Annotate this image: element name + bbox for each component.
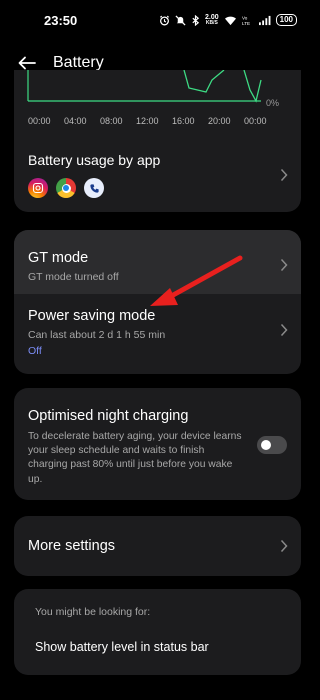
- power-saving-subtitle: Can last about 2 d 1 h 55 min: [28, 329, 166, 341]
- x-tick-label: 16:00: [172, 116, 195, 126]
- instagram-icon: [28, 178, 48, 198]
- x-tick-label: 20:00: [208, 116, 231, 126]
- x-tick-label: 00:00: [28, 116, 51, 126]
- toggle-knob: [261, 440, 271, 450]
- chart-line-a: [183, 70, 225, 93]
- gt-mode-row[interactable]: GT mode GT mode turned off: [14, 230, 301, 294]
- network-speed: 2.00 KB/S: [205, 14, 219, 26]
- power-saving-status: Off: [28, 345, 42, 357]
- suggestions-hint: You might be looking for:: [35, 606, 151, 618]
- app-icons: [28, 178, 104, 198]
- network-speed-unit: KB/S: [205, 20, 218, 26]
- status-icons: 2.00 KB/S Vo LTE 100: [159, 14, 297, 26]
- x-tick-label: 04:00: [64, 116, 87, 126]
- x-tick-label: 00:00: [244, 116, 267, 126]
- more-settings-label: More settings: [28, 538, 116, 554]
- battery-usage-card: 0% 00:00 04:00 08:00 12:00 16:00 20:00 0…: [14, 70, 301, 212]
- bluetooth-icon: [192, 14, 200, 26]
- power-saving-title: Power saving mode: [28, 308, 156, 324]
- night-charging-description: To decelerate battery aging, your device…: [28, 431, 242, 485]
- suggestion-show-battery-level[interactable]: Show battery level in status bar: [35, 640, 209, 654]
- x-tick-label: 12:00: [136, 116, 159, 126]
- signal-icon: [258, 15, 271, 25]
- chrome-icon: [56, 178, 76, 198]
- chevron-right-icon: [280, 258, 288, 272]
- volte-icon: VoLTE: [242, 15, 250, 26]
- night-charging-card: Optimised night charging To decelerate b…: [14, 388, 301, 500]
- chart-y-min-label: 0%: [265, 98, 279, 108]
- power-saving-mode-row[interactable]: Power saving mode Can last about 2 d 1 h…: [14, 294, 301, 374]
- battery-usage-by-app-row[interactable]: Battery usage by app: [14, 140, 301, 212]
- chevron-right-icon: [280, 539, 288, 553]
- wifi-icon: [224, 16, 236, 25]
- status-bar: 23:50 2.00 KB/S Vo LTE 100: [0, 0, 315, 40]
- alarm-icon: [160, 15, 170, 25]
- mute-icon: [175, 14, 186, 26]
- chart-line-b: [243, 70, 262, 103]
- suggestions-card: You might be looking for: Show battery l…: [14, 589, 301, 675]
- night-charging-toggle[interactable]: [257, 436, 287, 454]
- chevron-right-icon: [280, 323, 288, 337]
- status-time: 23:50: [44, 12, 78, 28]
- chart-plot: [27, 70, 262, 103]
- gt-mode-subtitle: GT mode turned off: [28, 271, 119, 283]
- chevron-right-icon: [280, 168, 288, 182]
- phone-icon: [84, 178, 104, 198]
- svg-text:LTE: LTE: [242, 21, 250, 26]
- battery-usage-title: Battery usage by app: [28, 152, 161, 168]
- svg-text:Vo: Vo: [242, 15, 248, 20]
- x-tick-label: 08:00: [100, 116, 123, 126]
- battery-icon: 100: [275, 14, 297, 26]
- modes-card: GT mode GT mode turned off Power saving …: [14, 230, 301, 374]
- more-settings-row[interactable]: More settings: [14, 516, 301, 576]
- gt-mode-title: GT mode: [28, 250, 89, 266]
- night-charging-title: Optimised night charging: [28, 408, 189, 424]
